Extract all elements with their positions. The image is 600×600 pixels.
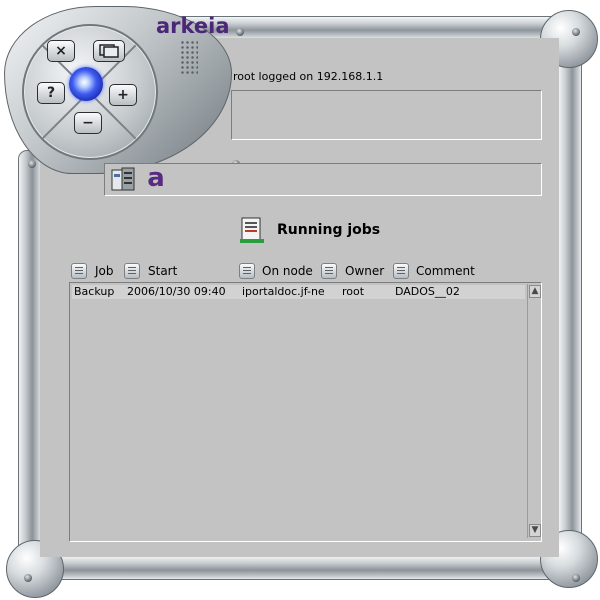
- scroll-up-icon[interactable]: ▲: [529, 285, 541, 298]
- screw: [28, 160, 36, 168]
- cell-job: Backup: [74, 285, 115, 298]
- frame-left: [18, 150, 42, 572]
- close-button[interactable]: ×: [47, 40, 75, 62]
- login-status: root logged on 192.168.1.1: [233, 70, 384, 83]
- orb-icon[interactable]: [69, 67, 103, 101]
- server-icon[interactable]: [108, 166, 138, 192]
- screw: [572, 28, 580, 36]
- column-header-icon[interactable]: [71, 263, 87, 279]
- column-header-job[interactable]: Job: [95, 264, 114, 278]
- column-header-comment[interactable]: Comment: [416, 264, 475, 278]
- column-header-owner[interactable]: Owner: [345, 264, 384, 278]
- screw: [572, 574, 580, 582]
- frame-right: [558, 30, 582, 552]
- message-box: [231, 90, 542, 140]
- jobs-list[interactable]: Backup 2006/10/30 09:40 iportaldoc.jf-ne…: [69, 282, 542, 542]
- frame-bottom: [28, 556, 570, 580]
- vertical-scrollbar[interactable]: ▲ ▼: [527, 284, 541, 538]
- running-jobs-icon: [240, 217, 264, 243]
- plus-icon: +: [117, 87, 129, 103]
- window-icon: [99, 44, 119, 58]
- close-icon: ×: [55, 43, 67, 59]
- cell-comment: DADOS__02: [395, 285, 460, 298]
- minus-icon: −: [82, 115, 94, 131]
- brand-logo: arkeia: [156, 14, 230, 38]
- column-header-start[interactable]: Start: [148, 264, 177, 278]
- page-title: Running jobs: [277, 222, 381, 238]
- speaker-grille: [180, 40, 198, 74]
- arkeia-a-icon[interactable]: a: [141, 165, 171, 192]
- add-button[interactable]: +: [109, 84, 137, 106]
- help-icon: ?: [46, 85, 56, 101]
- table-row[interactable]: Backup 2006/10/30 09:40 iportaldoc.jf-ne…: [72, 285, 525, 299]
- scroll-down-icon[interactable]: ▼: [529, 524, 541, 537]
- help-button[interactable]: ?: [37, 82, 65, 104]
- screw: [236, 28, 244, 36]
- column-header-icon[interactable]: [124, 263, 140, 279]
- column-header-icon[interactable]: [321, 263, 337, 279]
- screw: [24, 574, 32, 582]
- cell-start: 2006/10/30 09:40: [127, 285, 226, 298]
- column-header-on-node[interactable]: On node: [262, 264, 313, 278]
- column-header-icon[interactable]: [239, 263, 255, 279]
- cell-on-node: iportaldoc.jf-ne: [242, 285, 325, 298]
- column-header-icon[interactable]: [393, 263, 409, 279]
- window-button[interactable]: [93, 40, 125, 62]
- remove-button[interactable]: −: [74, 112, 102, 134]
- cell-owner: root: [342, 285, 365, 298]
